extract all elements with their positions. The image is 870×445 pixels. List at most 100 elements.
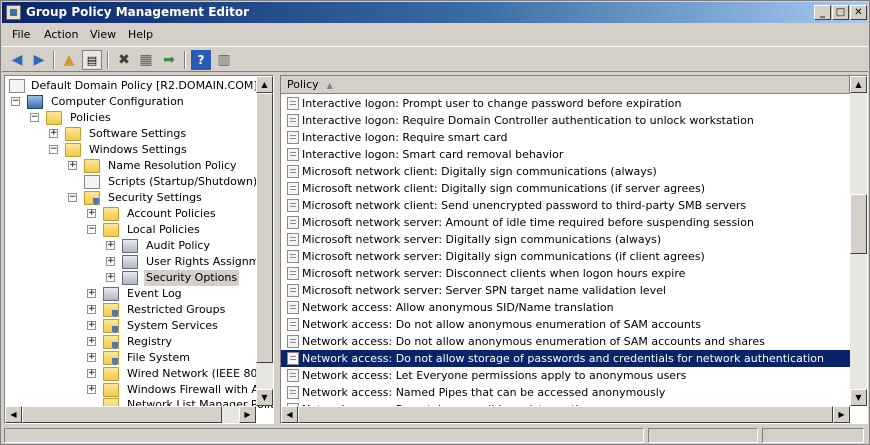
collapse-icon[interactable]: − [87,225,96,234]
delete-icon[interactable]: ✖ [114,50,134,70]
computer-icon [27,95,43,109]
security-icon [103,303,119,317]
list-row-label: Microsoft network client: Digitally sign… [302,165,657,178]
list-row[interactable]: Interactive logon: Smart card removal be… [281,146,850,163]
scroll-right-icon[interactable]: ▶ [239,406,256,423]
list-row[interactable]: Microsoft network server: Amount of idle… [281,214,850,231]
expand-icon[interactable]: + [87,337,96,346]
security-icon [84,191,100,205]
list-horizontal-scrollbar[interactable]: ◀ ▶ [281,406,850,423]
expand-icon[interactable]: + [106,241,115,250]
toolbar-separator [184,51,186,69]
expand-icon[interactable]: + [106,257,115,266]
menu-action[interactable]: Action [44,28,78,41]
folder-icon [103,367,119,381]
console-tree-icon[interactable]: ▥ [214,50,234,70]
toolbar-separator [107,51,109,69]
maximize-button[interactable]: □ [832,5,849,20]
list-row[interactable]: Microsoft network server: Digitally sign… [281,248,850,265]
list-row[interactable]: Microsoft network client: Send unencrypt… [281,197,850,214]
expand-icon[interactable]: + [87,321,96,330]
tree-vertical-scrollbar[interactable]: ▲ ▼ [256,76,273,406]
help-icon[interactable]: ? [191,50,211,70]
list-row[interactable]: Network access: Do not allow anonymous e… [281,333,850,350]
list-row-label: Microsoft network server: Amount of idle… [302,216,754,229]
list-row[interactable]: Microsoft network client: Digitally sign… [281,163,850,180]
close-button[interactable]: ✕ [850,5,867,20]
scroll-up-icon[interactable]: ▲ [850,76,867,93]
policy-setting-icon [287,216,299,229]
folder-icon [103,207,119,221]
list-row[interactable]: Network access: Do not allow storage of … [281,350,850,367]
menu-view[interactable]: View [90,28,116,41]
list-row[interactable]: Network access: Do not allow anonymous e… [281,316,850,333]
scroll-down-icon[interactable]: ▼ [256,389,273,406]
gpme-app-icon [6,5,21,20]
minimize-button[interactable]: _ [814,5,831,20]
list-row[interactable]: Microsoft network client: Digitally sign… [281,180,850,197]
policy-setting-icon [287,97,299,110]
collapse-icon[interactable]: − [11,97,20,106]
back-icon[interactable]: ◀ [7,50,27,70]
title-bar[interactable]: Group Policy Management Editor _ □ ✕ [2,2,868,23]
list-header: Policy ▲ [281,76,850,94]
list-row[interactable]: Interactive logon: Require Domain Contro… [281,112,850,129]
policy-setting-icon [287,284,299,297]
forward-icon[interactable]: ▶ [29,50,49,70]
menu-help[interactable]: Help [128,28,153,41]
scroll-thumb[interactable] [850,194,867,254]
policy-setting-icon [287,250,299,263]
list-vertical-scrollbar[interactable]: ▲ ▼ [850,76,867,406]
toolbar: ◀ ▶ ▲ ▤ ✖ ▦ ➡ ? ▥ [2,46,868,72]
scroll-thumb[interactable] [22,406,222,423]
expand-icon[interactable]: + [49,129,58,138]
policy-list: Policy ▲ Interactive logon: Prompt user t… [280,75,868,424]
tree-horizontal-scrollbar[interactable]: ◀ ▶ [5,406,256,423]
scroll-right-icon[interactable]: ▶ [833,406,850,423]
menu-file[interactable]: File [12,28,30,41]
export-list-icon[interactable]: ➡ [159,50,179,70]
scroll-thumb[interactable] [298,406,833,423]
list-row[interactable]: Microsoft network server: Server SPN tar… [281,282,850,299]
up-folder-icon[interactable]: ▲ [59,50,79,70]
properties-icon[interactable]: ▦ [136,50,156,70]
scroll-left-icon[interactable]: ◀ [5,406,22,423]
list-row-label: Microsoft network server: Digitally sign… [302,250,705,263]
status-pane [4,428,644,443]
list-row[interactable]: Network access: Named Pipes that can be … [281,384,850,401]
column-header-policy[interactable]: Policy ▲ [281,76,850,94]
expand-icon[interactable]: + [106,273,115,282]
security-icon [103,335,119,349]
list-row[interactable]: Interactive logon: Prompt user to change… [281,95,850,112]
expand-icon[interactable]: + [68,161,77,170]
expand-icon[interactable]: + [87,289,96,298]
policy-setting-icon [287,148,299,161]
expand-icon[interactable]: + [87,209,96,218]
show-hide-tree-icon[interactable]: ▤ [82,50,102,70]
security-icon [103,319,119,333]
policy-icon [122,271,138,285]
scroll-up-icon[interactable]: ▲ [256,76,273,93]
collapse-icon[interactable]: − [68,193,77,202]
list-row[interactable]: Network access: Allow anonymous SID/Name… [281,299,850,316]
scroll-left-icon[interactable]: ◀ [281,406,298,423]
list-row[interactable]: Interactive logon: Require smart card [281,129,850,146]
list-row-label: Network access: Do not allow anonymous e… [302,335,765,348]
expand-icon[interactable]: + [87,305,96,314]
list-row[interactable]: Network access: Let Everyone permissions… [281,367,850,384]
list-row-label: Network access: Do not allow storage of … [302,352,824,365]
scroll-down-icon[interactable]: ▼ [850,389,867,406]
list-row-label: Network access: Allow anonymous SID/Name… [302,301,614,314]
console-tree: Default Domain Policy [R2.DOMAIN.COM] Po… [4,75,274,424]
expand-icon[interactable]: + [87,385,96,394]
expand-icon[interactable]: + [87,353,96,362]
collapse-icon[interactable]: − [30,113,39,122]
list-row[interactable]: Microsoft network server: Disconnect cli… [281,265,850,282]
policy-setting-icon [287,335,299,348]
list-row-label: Microsoft network server: Disconnect cli… [302,267,686,280]
scroll-thumb[interactable] [256,93,273,363]
list-row[interactable]: Microsoft network server: Digitally sign… [281,231,850,248]
expand-icon[interactable]: + [87,369,96,378]
collapse-icon[interactable]: − [49,145,58,154]
list-row-label: Interactive logon: Require smart card [302,131,508,144]
